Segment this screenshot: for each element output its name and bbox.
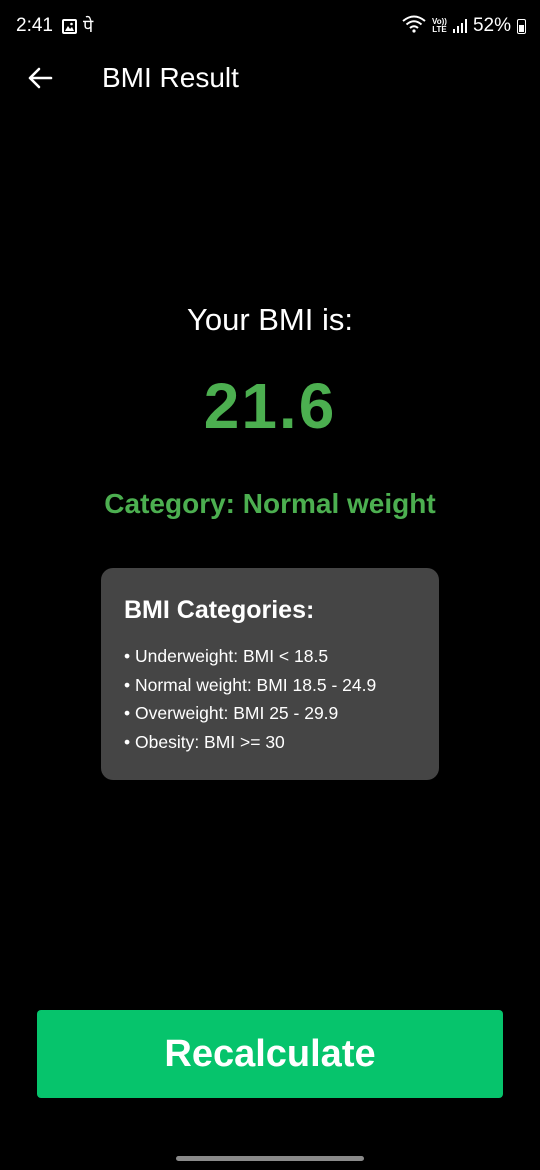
categories-list: • Underweight: BMI < 18.5 • Normal weigh… — [124, 642, 417, 756]
page-title: BMI Result — [102, 62, 239, 93]
bmi-categories-card: BMI Categories: • Underweight: BMI < 18.… — [101, 568, 439, 780]
battery-fill — [519, 24, 524, 32]
back-button[interactable] — [22, 60, 58, 96]
result-heading: Your BMI is: — [187, 302, 353, 337]
status-bar: 2:41 पे Vo)) LTE 52% — [0, 0, 540, 52]
signal-icon — [452, 19, 467, 33]
gallery-icon — [62, 18, 77, 34]
category-item-obesity: • Obesity: BMI >= 30 — [124, 731, 285, 752]
wifi-icon — [402, 15, 426, 38]
bmi-value: 21.6 — [203, 370, 337, 442]
status-system-icons: Vo)) LTE 52% — [402, 13, 526, 39]
battery-percent: 52% — [472, 15, 511, 36]
home-gesture-bar[interactable] — [176, 1156, 364, 1161]
notification-pe-icon: पे — [83, 16, 94, 36]
status-notifications: पे — [62, 16, 93, 36]
category-item-normal: • Normal weight: BMI 18.5 - 24.9 — [124, 674, 377, 695]
volte-icon: Vo)) LTE — [432, 18, 447, 34]
volte-bottom-label: LTE — [432, 25, 447, 34]
battery-icon — [517, 18, 526, 34]
arrow-left-icon — [28, 67, 53, 89]
bmi-category: Category: Normal weight — [104, 488, 436, 519]
category-item-underweight: • Underweight: BMI < 18.5 — [124, 646, 329, 666]
categories-title: BMI Categories: — [124, 596, 315, 624]
app-bar: BMI Result — [0, 52, 540, 104]
status-time: 2:41 — [16, 15, 53, 36]
recalculate-button[interactable]: Recalculate — [37, 1010, 503, 1098]
category-item-overweight: • Overweight: BMI 25 - 29.9 — [124, 703, 339, 723]
